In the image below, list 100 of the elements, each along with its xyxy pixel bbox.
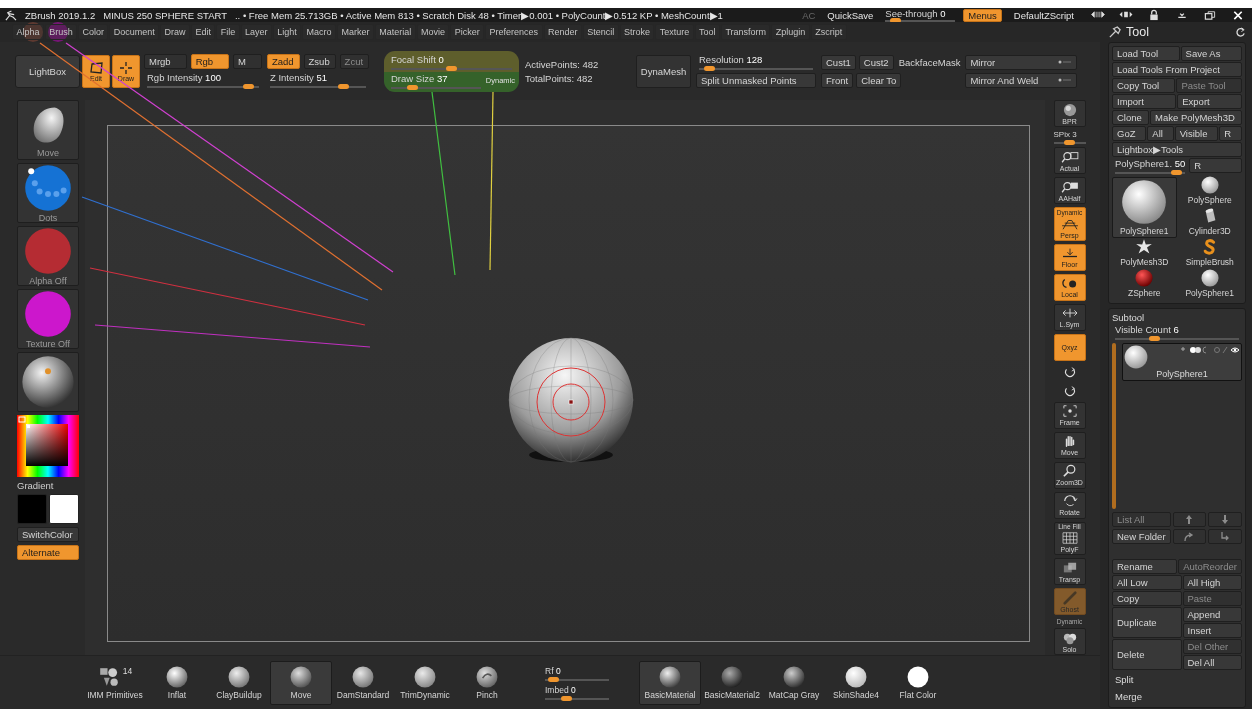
tool-button[interactable]: Clone <box>1112 110 1150 125</box>
slider-handle[interactable] <box>338 84 349 89</box>
scrollbar[interactable] <box>1112 343 1116 509</box>
tool-button[interactable]: Copy Tool <box>1112 78 1176 93</box>
brush-button[interactable]: 14 IMM Primitives <box>84 660 146 705</box>
subtool-action-button[interactable]: Duplicate <box>1112 607 1182 638</box>
tool-thumbnail[interactable]: ZSphere <box>1112 270 1177 300</box>
thumbnail-button[interactable]: Texture Off <box>17 289 79 349</box>
material-button[interactable]: BasicMaterial2 <box>701 660 763 705</box>
slider-handle[interactable] <box>560 695 572 701</box>
toolbar-button[interactable]: QuickSave <box>823 8 878 22</box>
brush-setting-slider[interactable]: Rf 0 <box>542 665 612 681</box>
draw-size-slider[interactable]: Draw Size 37 <box>388 72 484 89</box>
brush-button[interactable]: Pinch <box>456 660 518 705</box>
brush-button[interactable]: DamStandard <box>332 660 394 705</box>
toolbar-button[interactable]: DefaultZScript <box>1009 8 1078 22</box>
tool-button[interactable]: Make PolyMesh3D <box>1150 110 1242 125</box>
list-button[interactable]: New Folder <box>1112 529 1171 544</box>
tool-button[interactable]: R <box>1219 126 1242 141</box>
dynamesh-button[interactable]: DynaMesh <box>636 54 691 88</box>
brush-button[interactable]: TrimDynamic <box>394 660 456 705</box>
brush-setting-slider[interactable]: Imbed 0 <box>542 684 612 700</box>
color-swatch[interactable] <box>49 494 79 524</box>
subtool-action-button[interactable]: All High <box>1182 575 1242 590</box>
thumbnail-button[interactable]: Alpha Off <box>17 226 79 286</box>
option-button[interactable]: Cust2 <box>858 54 894 70</box>
brush-button[interactable]: ClayBuildup <box>208 660 270 705</box>
subtool-action-button[interactable]: All Low <box>1112 575 1182 590</box>
refresh-icon[interactable] <box>1235 26 1246 38</box>
slider-handle[interactable] <box>242 84 254 89</box>
slider-handle[interactable] <box>446 65 457 71</box>
mirror-button[interactable]: Mirror <box>965 54 1078 70</box>
tool-button[interactable]: All <box>1147 126 1174 141</box>
material-button[interactable]: Flat Color <box>887 660 949 705</box>
menus-toggle[interactable]: Menus <box>963 8 1002 22</box>
tool-button[interactable]: Visible <box>1174 126 1219 141</box>
brush-button[interactable]: Inflat <box>146 660 208 705</box>
brush-button[interactable]: Move <box>270 660 332 705</box>
tool-button[interactable]: Export <box>1177 94 1242 109</box>
tool-thumbnail[interactable]: PolySphere1 <box>1177 270 1242 300</box>
reset-button[interactable]: R <box>1189 158 1242 173</box>
resolution-slider[interactable]: Resolution 128 <box>696 54 816 70</box>
brush-sphere-icon <box>228 665 250 688</box>
focal-shift-slider[interactable]: Focal Shift 0 <box>388 53 515 70</box>
slider-handle[interactable] <box>1148 336 1160 341</box>
color-swatch[interactable] <box>17 494 47 524</box>
subtool-action-button[interactable]: Append <box>1182 607 1242 622</box>
tool-slider[interactable]: PolySphere1. 50 <box>1112 158 1189 174</box>
tool-button[interactable]: Load Tools From Project <box>1112 62 1242 77</box>
thumbnail-button[interactable] <box>17 352 79 412</box>
tool-button[interactable]: Import <box>1112 94 1177 109</box>
switch-color-button[interactable]: SwitchColor <box>17 527 79 542</box>
sphere-icon <box>1124 345 1148 369</box>
tool-thumbnail[interactable]: PolyMesh3D <box>1112 239 1177 269</box>
subtool-item[interactable]: PolySphere1 <box>1122 343 1242 381</box>
tool-thumbnail[interactable]: PolySphere1 <box>1112 177 1177 238</box>
subtool-action-button[interactable]: Del All <box>1182 655 1242 670</box>
lightbox-button[interactable]: LightBox <box>15 54 80 88</box>
slider-handle[interactable] <box>1064 140 1075 145</box>
subtool-action-button[interactable]: Rename <box>1112 559 1178 574</box>
tool-button[interactable]: Lightbox▶Tools <box>1112 142 1242 157</box>
sculpt-mode-toggle[interactable]: Zadd <box>267 54 300 69</box>
spix-slider[interactable]: SPix 3 <box>1053 130 1086 144</box>
alternate-toggle[interactable]: Alternate <box>17 545 79 560</box>
option-button[interactable]: Clear To <box>856 72 902 88</box>
thumbnail-button[interactable]: Dots <box>17 163 79 223</box>
restore-icon[interactable] <box>1202 9 1218 21</box>
slider-handle[interactable] <box>547 676 559 682</box>
slider-handle[interactable] <box>704 66 716 71</box>
mirror-button[interactable]: Mirror And Weld <box>965 72 1078 88</box>
option-button[interactable]: Front <box>821 72 854 88</box>
channel-toggle[interactable]: M <box>233 54 262 69</box>
rgb-intensity-slider[interactable]: Rgb Intensity 100 <box>144 72 262 88</box>
material-button[interactable]: SkinShade4 <box>825 660 887 705</box>
left-right-arrows-icon[interactable] <box>1090 9 1106 21</box>
section-header[interactable]: Split <box>1112 671 1242 687</box>
backface-mask-toggle[interactable]: BackfaceMask <box>896 54 963 70</box>
subtool-action-button[interactable]: Delete <box>1112 639 1182 670</box>
subtool-action-button[interactable]: Copy <box>1112 591 1182 606</box>
tool-thumbnail[interactable]: SimpleBrush <box>1177 239 1242 269</box>
material-button[interactable]: BasicMaterial <box>639 660 701 705</box>
tool-button[interactable]: Save As <box>1180 46 1242 61</box>
tool-thumbnail[interactable]: Cylinder3D <box>1177 208 1242 238</box>
tool-button[interactable]: GoZ <box>1112 126 1147 141</box>
sculpt-mode-toggle[interactable]: Zsub <box>303 54 336 69</box>
subtool-action-button[interactable]: Insert <box>1182 623 1242 638</box>
z-intensity-slider[interactable]: Z Intensity 51 <box>267 72 369 88</box>
visible-count-slider[interactable]: Visible Count 6 <box>1112 324 1242 340</box>
channel-toggle[interactable]: Mrgb <box>144 54 187 69</box>
color-picker[interactable] <box>17 415 79 477</box>
tool-button[interactable]: Load Tool <box>1112 46 1180 61</box>
material-button[interactable]: MatCap Gray <box>763 660 825 705</box>
section-header[interactable]: Merge <box>1112 688 1242 704</box>
slider-handle[interactable] <box>1171 170 1183 175</box>
thumbnail-button[interactable]: Move <box>17 100 79 160</box>
option-button[interactable]: Cust1 <box>821 54 856 70</box>
channel-toggle[interactable]: Rgb <box>190 54 230 69</box>
tool-thumbnail[interactable]: PolySphere <box>1177 177 1242 207</box>
split-unmasked-button[interactable]: Split Unmasked Points <box>696 73 816 88</box>
slider-handle[interactable] <box>406 84 418 90</box>
